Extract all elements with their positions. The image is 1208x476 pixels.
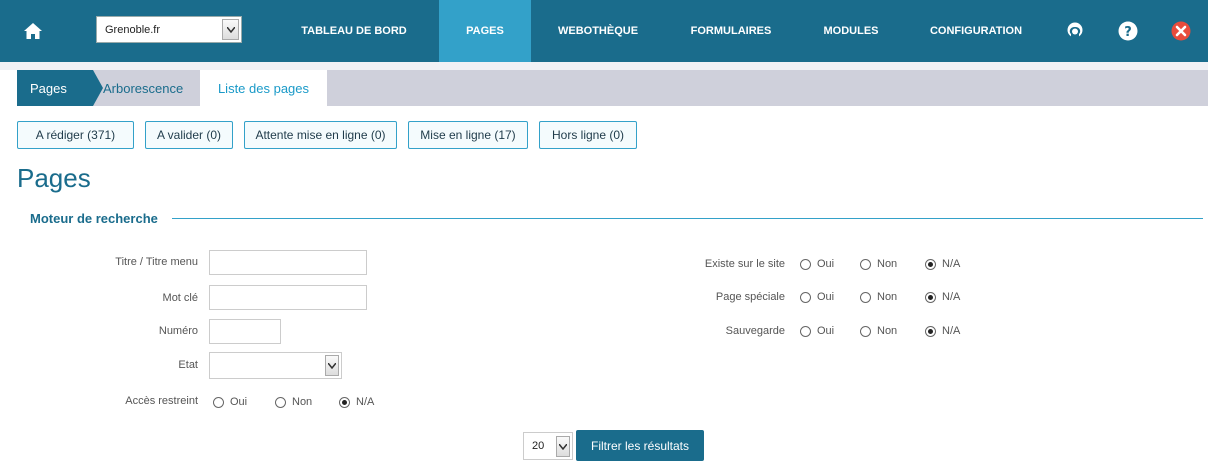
radio-label: Non: [877, 325, 898, 337]
filter-results-button[interactable]: Filtrer les résultats: [576, 430, 704, 461]
tab-label: Liste des pages: [217, 80, 310, 96]
site-select-value: Grenoble.fr: [105, 23, 161, 36]
button-label: Attente mise en ligne (0): [255, 128, 386, 142]
per-page-value: 20: [532, 440, 545, 452]
titre-label: Titre / Titre menu: [115, 256, 198, 268]
etat-select[interactable]: [209, 352, 342, 379]
acces-na-radio[interactable]: N/A: [339, 396, 374, 408]
radio-label: N/A: [356, 396, 375, 408]
chevron-down-icon: [222, 19, 239, 40]
radio-icon: [213, 396, 224, 408]
radio-label: Oui: [817, 258, 835, 270]
button-label: Filtrer les résultats: [590, 438, 690, 453]
button-label: Mise en ligne (17): [420, 128, 516, 142]
tab-pages[interactable]: Pages: [17, 70, 103, 106]
radio-label: N/A: [942, 325, 961, 337]
chevron-down-icon: [556, 436, 570, 457]
status-a-rediger-button[interactable]: A rédiger (371): [17, 121, 134, 149]
sauvegarde-label: Sauvegarde: [725, 325, 785, 337]
menu-webotheque[interactable]: WEBOTHÈQUE: [549, 0, 647, 62]
page-speciale-oui-radio[interactable]: Oui: [800, 291, 860, 303]
section-title: Moteur de recherche: [30, 211, 158, 226]
radio-icon: [860, 291, 871, 303]
page-speciale-radio-group: Oui Non N/A: [800, 291, 960, 303]
page-speciale-label: Page spéciale: [715, 291, 785, 303]
radio-label: Non: [292, 396, 313, 408]
status-mise-en-ligne-button[interactable]: Mise en ligne (17): [408, 121, 528, 149]
radio-icon: [800, 325, 811, 337]
acces-oui-radio[interactable]: Oui: [213, 396, 275, 408]
top-spacer: [0, 62, 1208, 70]
lifebuoy-icon[interactable]: [1064, 20, 1086, 42]
numero-label: Numéro: [158, 325, 198, 337]
tab-label: Arborescence: [103, 80, 184, 96]
radio-icon: [860, 258, 871, 270]
motcle-input[interactable]: [209, 285, 367, 310]
radio-label: Non: [877, 291, 898, 303]
radio-selected-icon: [925, 325, 936, 337]
radio-icon: [800, 291, 811, 303]
menu-label: TABLEAU DE BORD: [301, 25, 407, 37]
status-a-valider-button[interactable]: A valider (0): [145, 121, 233, 149]
radio-label: Oui: [230, 396, 248, 408]
existe-radio-group: Oui Non N/A: [800, 258, 960, 270]
sauvegarde-na-radio[interactable]: N/A: [925, 325, 960, 337]
status-hors-ligne-button[interactable]: Hors ligne (0): [539, 121, 637, 149]
section-divider: [172, 218, 1203, 219]
status-attente-button[interactable]: Attente mise en ligne (0): [244, 121, 397, 149]
tab-label: Pages: [30, 80, 67, 96]
etat-label: Etat: [178, 359, 198, 371]
menu-label: CONFIGURATION: [929, 25, 1023, 37]
page-speciale-na-radio[interactable]: N/A: [925, 291, 960, 303]
menu-label: WEBOTHÈQUE: [557, 25, 639, 37]
radio-selected-icon: [925, 291, 936, 303]
existe-label: Existe sur le site: [704, 258, 785, 270]
radio-icon: [275, 396, 286, 408]
help-icon[interactable]: ?: [1117, 20, 1139, 42]
sauvegarde-oui-radio[interactable]: Oui: [800, 325, 860, 337]
menu-label: MODULES: [823, 25, 879, 37]
svg-text:?: ?: [1124, 25, 1132, 40]
page-title: Pages: [17, 163, 91, 193]
radio-icon: [860, 325, 871, 337]
titre-input[interactable]: [209, 250, 367, 275]
existe-na-radio[interactable]: N/A: [925, 258, 960, 270]
radio-selected-icon: [339, 396, 350, 408]
existe-non-radio[interactable]: Non: [860, 258, 925, 270]
tab-arborescence[interactable]: Arborescence: [103, 70, 199, 106]
radio-label: N/A: [942, 258, 961, 270]
motcle-label: Mot clé: [162, 292, 198, 304]
tab-liste-des-pages[interactable]: Liste des pages: [200, 70, 327, 106]
acces-label: Accès restreint: [125, 395, 198, 407]
button-label: A rédiger (371): [35, 128, 116, 142]
radio-label: Non: [877, 258, 898, 270]
acces-non-radio[interactable]: Non: [275, 396, 339, 408]
radio-selected-icon: [925, 258, 936, 270]
menu-configuration[interactable]: CONFIGURATION: [914, 0, 1038, 62]
page-speciale-non-radio[interactable]: Non: [860, 291, 925, 303]
home-icon[interactable]: [20, 18, 46, 44]
menu-formulaires[interactable]: FORMULAIRES: [677, 0, 785, 62]
menu-tableau-de-bord[interactable]: TABLEAU DE BORD: [296, 0, 412, 62]
radio-label: Oui: [817, 325, 835, 337]
acces-radio-group: Oui Non N/A: [213, 396, 374, 408]
sauvegarde-non-radio[interactable]: Non: [860, 325, 925, 337]
per-page-select[interactable]: 20: [523, 432, 573, 460]
button-label: Hors ligne (0): [551, 128, 625, 142]
radio-label: Oui: [817, 291, 835, 303]
radio-icon: [800, 258, 811, 270]
top-navbar: Grenoble.fr TABLEAU DE BORD PAGES WEBOTH…: [0, 0, 1208, 62]
menu-modules[interactable]: MODULES: [808, 0, 894, 62]
sauvegarde-radio-group: Oui Non N/A: [800, 325, 960, 337]
menu-label: FORMULAIRES: [690, 25, 772, 37]
button-label: A valider (0): [156, 128, 222, 142]
numero-input[interactable]: [209, 319, 281, 344]
menu-label: PAGES: [466, 25, 504, 37]
menu-pages[interactable]: PAGES: [439, 0, 531, 62]
existe-oui-radio[interactable]: Oui: [800, 258, 860, 270]
radio-label: N/A: [942, 291, 961, 303]
site-select[interactable]: Grenoble.fr: [96, 16, 242, 43]
chevron-down-icon: [325, 355, 339, 376]
close-icon[interactable]: [1170, 20, 1192, 42]
